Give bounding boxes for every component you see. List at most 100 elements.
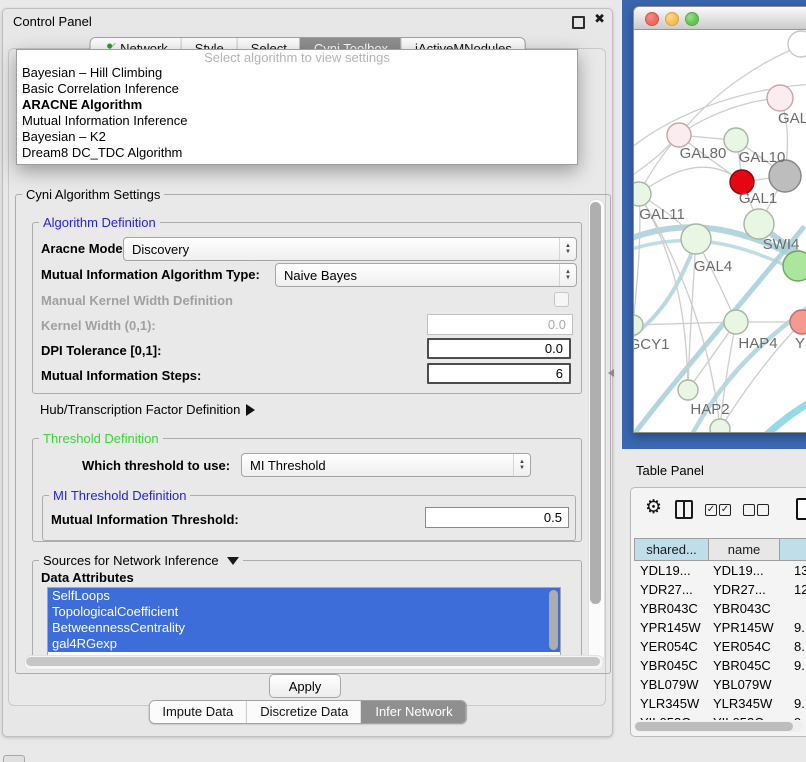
mi-algorithm-type-value: Naive Bayes — [276, 268, 559, 283]
table-panel-card: ⚙ ✓ ✓ shared...name YDL19...YDL19...13YD… — [630, 487, 806, 737]
settings-horizontal-scrollbar[interactable] — [24, 655, 604, 670]
deselect-all-checkbox-icon[interactable] — [743, 504, 755, 516]
manual-kernel-width-checkbox[interactable] — [554, 292, 569, 307]
dpi-tolerance-input[interactable]: 0.0 — [427, 338, 571, 359]
table-row[interactable]: YLR345WYLR345W9. — [634, 694, 806, 713]
table-columns-icon[interactable] — [675, 500, 693, 519]
data-attribute-item[interactable]: BetweennessCentrality — [48, 620, 560, 636]
table-row[interactable]: YPR145WYPR145W9. — [634, 618, 806, 637]
network-node[interactable] — [783, 251, 806, 281]
network-node[interactable] — [788, 31, 806, 57]
kernel-width-input[interactable]: 0.0 — [427, 314, 573, 335]
bottom-tab-discretize-data[interactable]: Discretize Data — [246, 701, 361, 723]
bottom-tab-label: Impute Data — [162, 701, 233, 723]
table-cell: 9. — [777, 618, 806, 637]
settings-horizontal-scrollbar-thumb[interactable] — [26, 657, 600, 666]
algorithm-option[interactable]: Bayesian – Hill Climbing — [17, 65, 577, 81]
dpi-tolerance-label: DPI Tolerance [0,1]: — [41, 343, 161, 358]
data-attribute-item[interactable]: SelfLoops — [48, 588, 560, 604]
network-node-label: Y — [795, 335, 805, 352]
table-cell: YBR045C — [634, 656, 707, 675]
table-horizontal-scrollbar-thumb[interactable] — [635, 722, 793, 731]
table-cell — [777, 599, 806, 618]
table-row[interactable]: YER054CYER054C8. — [634, 637, 806, 656]
select-all-checkbox-icon[interactable]: ✓ — [719, 504, 731, 516]
network-node[interactable] — [790, 310, 806, 334]
aracne-mode-select[interactable]: Discovery ▲▼ — [123, 237, 577, 261]
network-node-label: GAL10 — [739, 149, 786, 166]
mi-threshold-label: Mutual Information Threshold: — [51, 512, 239, 527]
network-window[interactable]: GALGAL80GAL10GAL1GAL11SWI4GAL4GCY1HAP4YH… — [633, 6, 806, 433]
select-all-checkbox-icon[interactable]: ✓ — [705, 504, 717, 516]
table-row[interactable]: YDR27...YDR27...12 — [634, 580, 806, 599]
table-row[interactable]: YIL052CYIL052C9. — [634, 713, 806, 720]
network-edge[interactable] — [759, 398, 806, 433]
network-graph[interactable]: GALGAL80GAL10GAL1GAL11SWI4GAL4GCY1HAP4YH… — [634, 30, 806, 433]
settings-vertical-scrollbar[interactable] — [588, 199, 605, 663]
bottom-corner-button[interactable] — [3, 755, 25, 762]
table-horizontal-scrollbar[interactable] — [634, 721, 804, 732]
minimize-traffic-light-icon[interactable] — [665, 12, 679, 26]
table-cell: YBL079W — [634, 675, 707, 694]
table-row[interactable]: YBR043CYBR043C — [634, 599, 806, 618]
algorithm-option[interactable]: Basic Correlation Inference — [17, 81, 577, 97]
table-cell: YPR145W — [634, 618, 707, 637]
bottom-tab-impute-data[interactable]: Impute Data — [149, 701, 246, 723]
threshold-definition-group: Threshold Definition Which threshold to … — [32, 438, 582, 542]
new-table-page-icon[interactable] — [796, 498, 806, 520]
data-attributes-list[interactable]: SelfLoopsTopologicalCoefficientBetweenne… — [47, 587, 561, 657]
mi-algorithm-type-select[interactable]: Naive Bayes ▲▼ — [275, 263, 577, 287]
network-node[interactable] — [710, 419, 730, 433]
sources-title[interactable]: Sources for Network Inference — [39, 553, 243, 568]
table-cell: YDL19... — [634, 561, 707, 580]
mi-algorithm-type-label: Mutual Information Algorithm Type: — [41, 267, 260, 282]
algorithm-option[interactable]: ARACNE Algorithm — [17, 97, 577, 113]
column-header-clipped[interactable] — [780, 538, 806, 561]
algorithm-option[interactable]: Mutual Information Inference — [17, 113, 577, 129]
aracne-mode-value: Discovery — [124, 242, 559, 257]
deselect-all-checkbox-icon[interactable] — [757, 504, 769, 516]
network-node[interactable] — [724, 310, 748, 334]
network-node-label: HAP2 — [690, 401, 729, 418]
float-window-icon[interactable] — [572, 16, 585, 29]
network-node[interactable] — [744, 209, 774, 239]
bottom-tab-label: Discretize Data — [260, 701, 348, 723]
stepper-arrows-icon: ▲▼ — [513, 454, 530, 476]
data-attribute-item[interactable]: TopologicalCoefficient — [48, 604, 560, 620]
which-threshold-select[interactable]: MI Threshold ▲▼ — [241, 453, 531, 477]
network-node[interactable] — [767, 85, 793, 111]
algorithm-option[interactable]: Dream8 DC_TDC Algorithm — [17, 145, 577, 161]
hub-tf-definition-toggle[interactable]: Hub/Transcription Factor Definition — [40, 402, 255, 417]
algorithm-definition-group: Algorithm Definition Aracne Mode: Discov… — [32, 222, 582, 394]
mi-threshold-input[interactable]: 0.5 — [425, 507, 569, 528]
network-node[interactable] — [634, 182, 651, 206]
panel-splitter-arrow-icon[interactable] — [608, 369, 614, 377]
column-header-name[interactable]: name — [709, 538, 780, 561]
table-settings-gear-icon[interactable]: ⚙ — [645, 498, 662, 517]
column-header-shared[interactable]: shared... — [634, 538, 709, 561]
settings-vertical-scrollbar-thumb[interactable] — [590, 202, 601, 604]
mi-steps-input[interactable]: 6 — [427, 363, 571, 384]
attribute-list-scrollbar-thumb[interactable] — [549, 590, 558, 650]
table-row[interactable]: YBL079WYBL079W — [634, 675, 806, 694]
network-node[interactable] — [634, 315, 643, 335]
data-attribute-item[interactable]: gal4RGexp — [48, 636, 560, 652]
network-node[interactable] — [681, 224, 711, 254]
control-panel-bottom-tabs: Impute Data Discretize Data Infer Network — [148, 700, 466, 724]
network-window-titlebar[interactable] — [634, 7, 806, 30]
table-cell: 13 — [777, 561, 806, 580]
table-body[interactable]: YDL19...YDL19...13YDR27...YDR27...12YBR0… — [634, 561, 806, 720]
network-node[interactable] — [678, 380, 698, 400]
close-traffic-light-icon[interactable] — [645, 12, 659, 26]
bottom-tab-label: Infer Network — [375, 701, 452, 723]
close-icon[interactable]: ✖ — [594, 12, 605, 27]
table-row[interactable]: YDL19...YDL19...13 — [634, 561, 806, 580]
table-cell: YPR145W — [707, 618, 777, 637]
zoom-traffic-light-icon[interactable] — [685, 12, 699, 26]
apply-button[interactable]: Apply — [269, 674, 341, 698]
network-node[interactable] — [667, 123, 691, 147]
table-row[interactable]: YBR045CYBR045C9. — [634, 656, 806, 675]
bottom-tab-infer-network[interactable]: Infer Network — [361, 701, 465, 723]
algorithm-option[interactable]: Bayesian – K2 — [17, 129, 577, 145]
table-cell: YLR345W — [707, 694, 777, 713]
